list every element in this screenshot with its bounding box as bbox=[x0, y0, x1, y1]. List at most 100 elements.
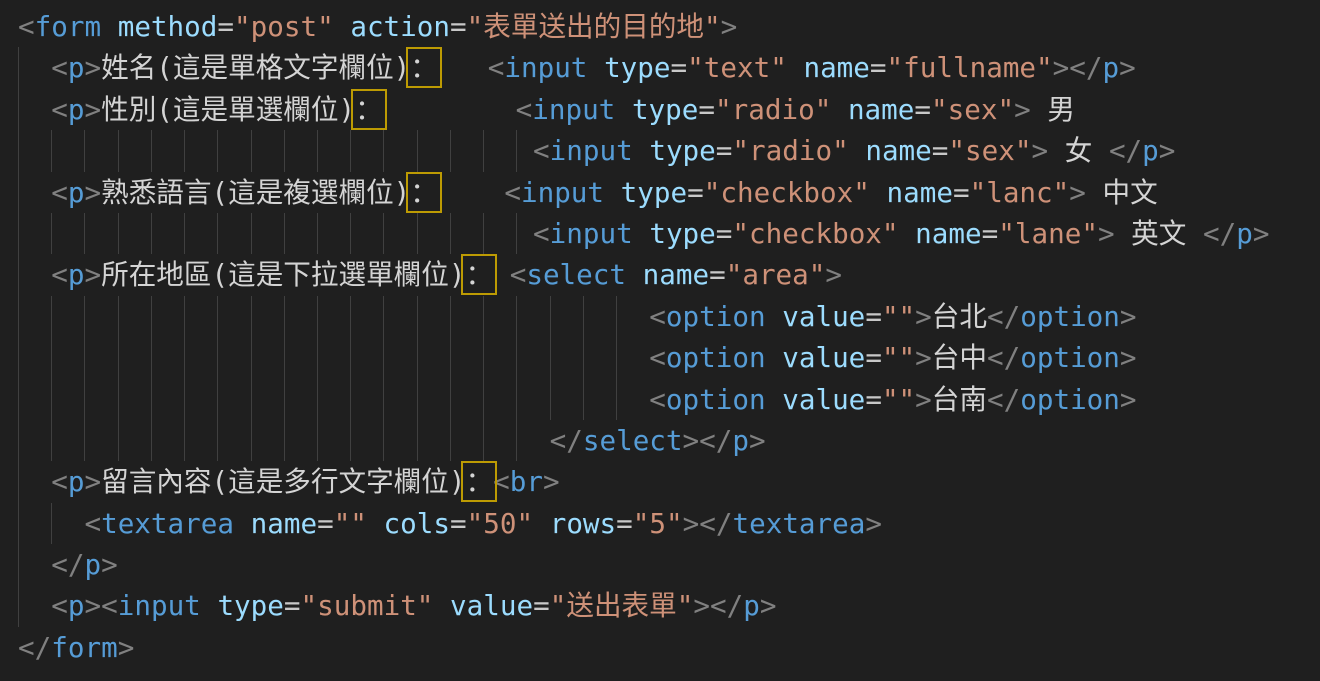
code-token-attribute: action bbox=[350, 10, 450, 43]
indent-guide bbox=[417, 420, 418, 461]
code-token-tag: textarea bbox=[732, 507, 865, 540]
code-token-tag: option bbox=[666, 383, 766, 416]
code-token-string: "checkbox" bbox=[704, 176, 870, 209]
code-token-tag: p bbox=[84, 548, 101, 581]
code-token-text bbox=[383, 93, 516, 126]
indent-guide bbox=[251, 213, 252, 254]
indent-guide bbox=[383, 130, 384, 171]
code-token-equals: = bbox=[982, 217, 999, 250]
indent-guide bbox=[184, 130, 185, 171]
code-token-punctuation: < bbox=[516, 93, 533, 126]
indent-guide bbox=[516, 130, 517, 171]
indent-guide bbox=[284, 420, 285, 461]
indent-guide bbox=[84, 337, 85, 378]
indent-guide bbox=[317, 379, 318, 420]
code-token-punctuation: </ bbox=[987, 383, 1020, 416]
code-token-attribute: method bbox=[118, 10, 218, 43]
code-token-punctuation: > bbox=[84, 51, 101, 84]
code-token-text bbox=[766, 383, 783, 416]
code-token-string: "lane" bbox=[998, 217, 1098, 250]
code-token-punctuation: < bbox=[488, 51, 505, 84]
indent-guide bbox=[450, 420, 451, 461]
indent-guide bbox=[483, 296, 484, 337]
indent-guide bbox=[284, 296, 285, 337]
code-token-tag: p bbox=[732, 424, 749, 457]
indent-guide bbox=[350, 130, 351, 171]
code-token-tag: p bbox=[1142, 134, 1159, 167]
code-token-string: "radio" bbox=[732, 134, 848, 167]
indent-guide bbox=[550, 379, 551, 420]
code-token-string: "sex" bbox=[948, 134, 1031, 167]
code-token-tag: p bbox=[68, 93, 85, 126]
code-editor[interactable]: <form method="post" action="表單送出的目的地"> <… bbox=[0, 0, 1320, 681]
code-token-attribute: name bbox=[887, 176, 953, 209]
code-token-attribute: value bbox=[782, 383, 865, 416]
indent-guide bbox=[317, 213, 318, 254]
indent-guide bbox=[450, 296, 451, 337]
indent-guide bbox=[18, 172, 19, 213]
indent-guide bbox=[217, 296, 218, 337]
indent-guide bbox=[184, 420, 185, 461]
indent-guide bbox=[417, 213, 418, 254]
code-line: <p>留言內容(這是多行文字欄位)：<br> bbox=[18, 461, 1320, 502]
indent-guide bbox=[284, 130, 285, 171]
code-token-equals: = bbox=[217, 10, 234, 43]
unicode-highlight-colon: ： bbox=[410, 51, 438, 84]
indent-guide bbox=[251, 130, 252, 171]
code-token-text: 所在地區(這是下拉選單欄位) bbox=[101, 258, 465, 291]
code-token-punctuation: > bbox=[1159, 134, 1176, 167]
code-token-text bbox=[870, 176, 887, 209]
code-token-text bbox=[766, 341, 783, 374]
unicode-highlight-colon: ： bbox=[465, 258, 493, 291]
code-token-punctuation: > bbox=[1120, 383, 1137, 416]
code-token-punctuation: > bbox=[1098, 217, 1115, 250]
indent-guide bbox=[84, 420, 85, 461]
code-token-tag: p bbox=[68, 465, 85, 498]
code-token-string: "" bbox=[334, 507, 367, 540]
indent-guide bbox=[350, 213, 351, 254]
indent-guide bbox=[583, 337, 584, 378]
code-token-text bbox=[433, 589, 450, 622]
indent-guide bbox=[217, 337, 218, 378]
code-token-text: 台南 bbox=[932, 383, 987, 416]
code-token-tag: option bbox=[1020, 383, 1120, 416]
indent-guide bbox=[151, 130, 152, 171]
code-line: <p><input type="submit" value="送出表單"></p… bbox=[18, 585, 1320, 626]
code-token-punctuation: </ bbox=[699, 424, 732, 457]
code-token-punctuation: </ bbox=[987, 300, 1020, 333]
code-token-equals: = bbox=[317, 507, 334, 540]
code-line: <option value="">台中</option> bbox=[18, 337, 1320, 378]
code-token-string: "" bbox=[882, 341, 915, 374]
code-token-punctuation: > bbox=[1031, 134, 1048, 167]
code-line: <option value="">台北</option> bbox=[18, 296, 1320, 337]
code-token-punctuation: > bbox=[101, 548, 118, 581]
code-token-string: "lanc" bbox=[970, 176, 1070, 209]
code-token-tag: form bbox=[51, 631, 117, 664]
indent-guide bbox=[217, 213, 218, 254]
indent-guide bbox=[18, 254, 19, 295]
indent-guide bbox=[450, 337, 451, 378]
code-token-punctuation: </ bbox=[51, 548, 84, 581]
code-token-punctuation: > bbox=[749, 424, 766, 457]
code-token-string: "fullname" bbox=[887, 51, 1053, 84]
indent-guide bbox=[516, 213, 517, 254]
code-token-text bbox=[101, 10, 118, 43]
indent-guide bbox=[51, 213, 52, 254]
code-token-text bbox=[626, 258, 643, 291]
indent-guide bbox=[317, 420, 318, 461]
indent-guide bbox=[18, 503, 19, 544]
indent-guide bbox=[184, 213, 185, 254]
code-token-tag: p bbox=[68, 589, 85, 622]
code-token-string: "checkbox" bbox=[732, 217, 898, 250]
indent-guide bbox=[516, 296, 517, 337]
indent-guide bbox=[417, 296, 418, 337]
indent-guide bbox=[51, 420, 52, 461]
code-token-equals: = bbox=[450, 507, 467, 540]
code-token-tag: select bbox=[583, 424, 683, 457]
code-token-string: "text" bbox=[687, 51, 787, 84]
code-line: <p>姓名(這是單格文字欄位)： <input type="text" name… bbox=[18, 47, 1320, 88]
code-token-equals: = bbox=[865, 300, 882, 333]
code-token-punctuation: > bbox=[683, 424, 700, 457]
indent-guide bbox=[284, 213, 285, 254]
code-token-attribute: type bbox=[217, 589, 283, 622]
